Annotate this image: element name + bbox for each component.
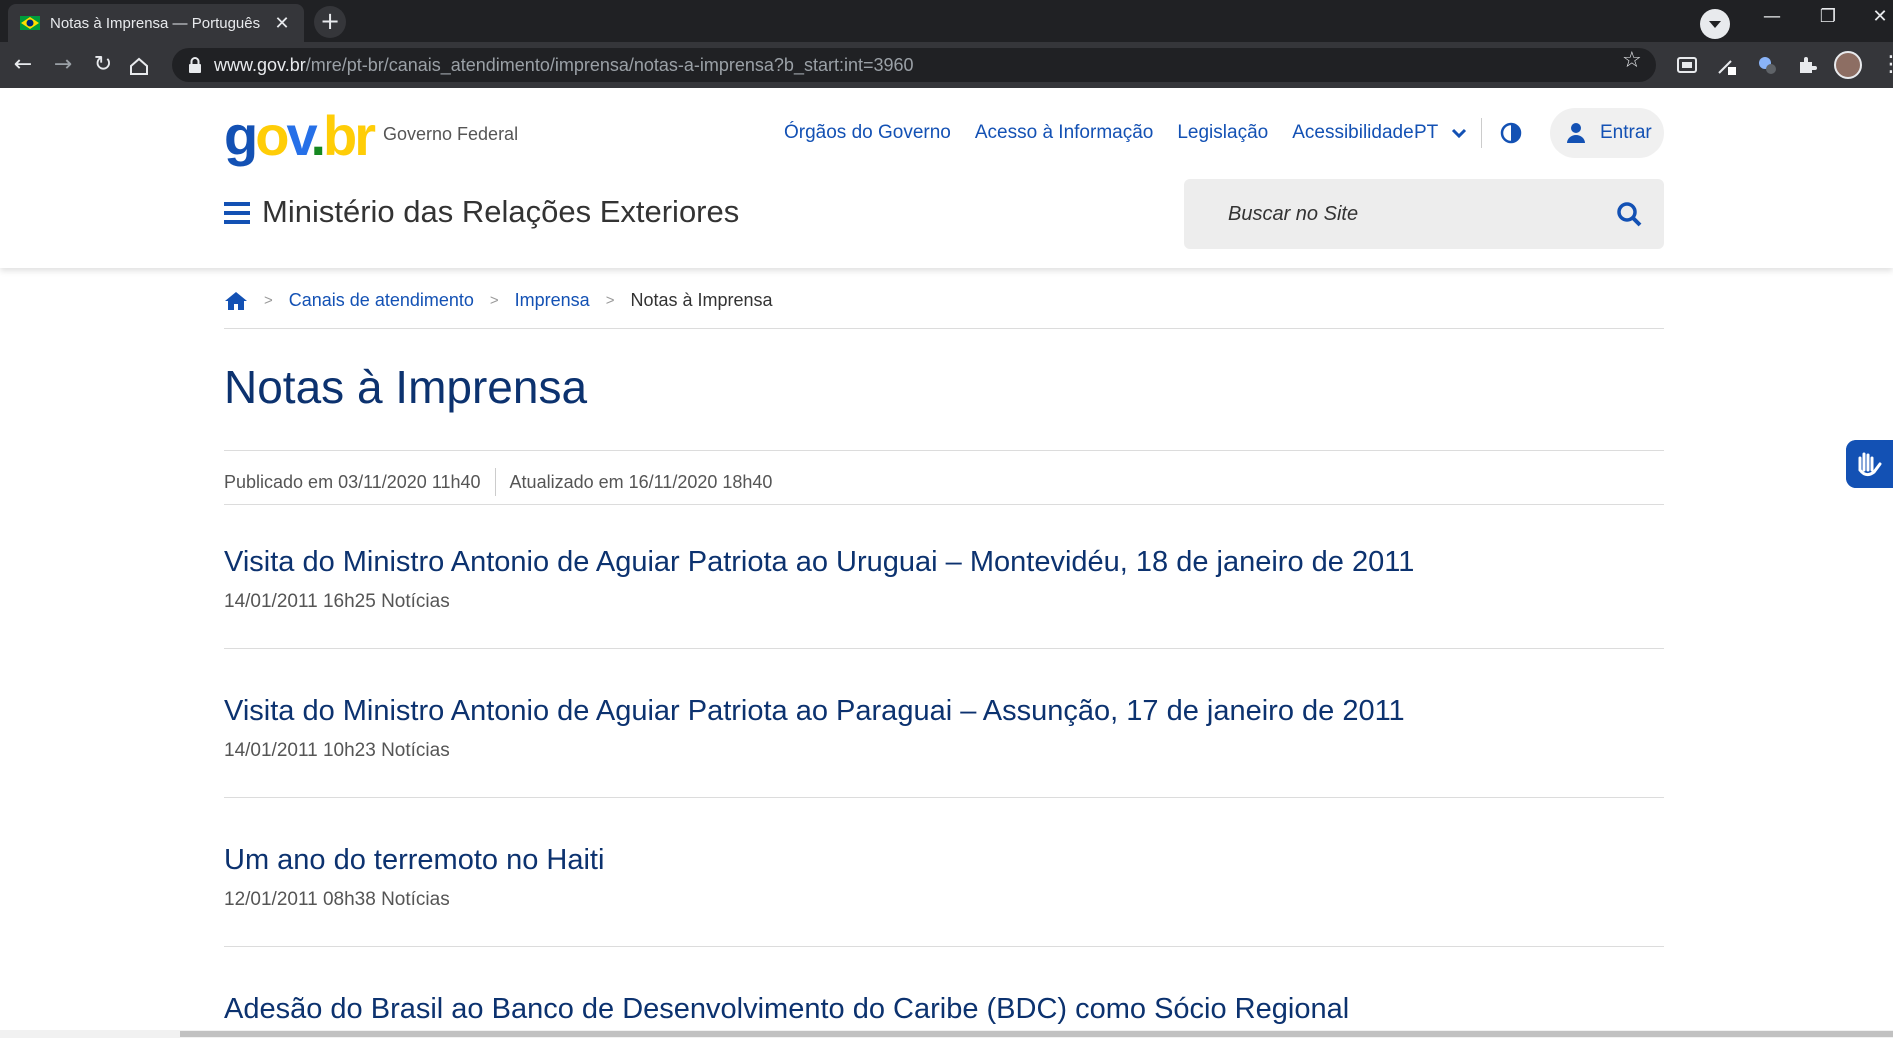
list-item: Visita do Ministro Antonio de Aguiar Pat… — [224, 546, 1664, 613]
divider — [494, 468, 496, 496]
web-page: gov.br Governo Federal Órgãos do Governo… — [0, 88, 1893, 1038]
divider — [224, 504, 1664, 505]
extension-translate-icon[interactable] — [1756, 54, 1778, 76]
divider — [224, 797, 1664, 798]
browser-menu-icon[interactable]: ⋮ — [1880, 52, 1893, 77]
extension-cast-icon[interactable] — [1676, 54, 1698, 76]
user-icon — [1567, 123, 1585, 143]
extension-pen-icon[interactable] — [1716, 54, 1738, 76]
list-item: Um ano do terremoto no Haiti 12/01/2011 … — [224, 844, 1664, 911]
logo-br: br — [323, 104, 376, 167]
site-header: gov.br Governo Federal Órgãos do Governo… — [0, 88, 1893, 268]
browser-toolbar: ← → ↻ www.gov.br/mre/pt-br/canais_atendi… — [0, 42, 1893, 88]
search-input[interactable] — [1184, 179, 1604, 249]
home-icon[interactable] — [224, 291, 248, 311]
url-text: www.gov.br/mre/pt-br/canais_atendimento/… — [214, 55, 914, 76]
logo-v: v — [286, 104, 313, 167]
link-acesso-informacao[interactable]: Acesso à Informação — [975, 122, 1153, 144]
page-title: Notas à Imprensa — [224, 361, 588, 413]
restore-button[interactable]: ❐ — [1808, 6, 1848, 27]
link-legislacao[interactable]: Legislação — [1177, 122, 1268, 144]
updated-date: Atualizado em 16/11/2020 18h40 — [509, 471, 773, 492]
logo-dot: . — [310, 104, 325, 167]
breadcrumb: > Canais de atendimento > Imprensa > Not… — [224, 290, 773, 311]
divider — [224, 450, 1664, 451]
browser-tab[interactable]: Notas à Imprensa — Português ( ✕ — [8, 4, 304, 42]
news-title-link[interactable]: Visita do Ministro Antonio de Aguiar Pat… — [224, 546, 1664, 579]
minimize-button[interactable]: — — [1752, 6, 1792, 27]
top-links: Órgãos do Governo Acesso à Informação Le… — [784, 122, 1414, 144]
url-host: www.gov.br — [214, 54, 306, 75]
news-meta: 12/01/2011 08h38 Notícias — [224, 889, 450, 910]
divider — [224, 648, 1664, 649]
home-icon[interactable] — [128, 56, 150, 76]
address-bar[interactable]: www.gov.br/mre/pt-br/canais_atendimento/… — [172, 48, 1656, 82]
back-icon[interactable]: ← — [8, 50, 38, 80]
breadcrumb-separator: > — [264, 292, 273, 309]
news-title-link[interactable]: Adesão do Brasil ao Banco de Desenvolvim… — [224, 993, 1664, 1026]
ministry-title: Ministério das Relações Exteriores — [262, 194, 740, 229]
link-orgaos[interactable]: Órgãos do Governo — [784, 122, 951, 144]
news-title-link[interactable]: Um ano do terremoto no Haiti — [224, 844, 1664, 877]
publication-info: Publicado em 03/11/2020 11h40 Atualizado… — [224, 468, 772, 496]
login-label: Entrar — [1600, 122, 1652, 143]
site-search — [1184, 179, 1664, 249]
list-item: Adesão do Brasil ao Banco de Desenvolvim… — [224, 993, 1664, 1026]
divider — [224, 328, 1664, 329]
govbr-logo[interactable]: gov.br — [224, 104, 376, 167]
link-acessibilidade[interactable]: Acessibilidade — [1292, 122, 1413, 144]
breadcrumb-separator: > — [489, 292, 499, 309]
logo-g: g — [224, 104, 258, 167]
browser-tab-bar: Notas à Imprensa — Português ( ✕ + — ❐ ✕ — [0, 0, 1893, 42]
menu-hamburger-icon[interactable] — [224, 201, 250, 225]
list-item: Visita do Ministro Antonio de Aguiar Pat… — [224, 695, 1664, 762]
reload-icon[interactable]: ↻ — [88, 50, 118, 80]
extensions-puzzle-icon[interactable] — [1796, 54, 1818, 76]
published-date: Publicado em 03/11/2020 11h40 — [224, 471, 481, 492]
divider — [224, 946, 1664, 947]
close-tab-icon[interactable]: ✕ — [272, 13, 292, 34]
login-button[interactable]: Entrar — [1550, 108, 1664, 158]
breadcrumb-imprensa[interactable]: Imprensa — [515, 290, 590, 311]
horizontal-scrollbar[interactable] — [0, 1030, 1893, 1038]
bookmark-star-icon[interactable]: ☆ — [1622, 48, 1642, 73]
new-tab-button[interactable]: + — [314, 6, 346, 38]
close-window-button[interactable]: ✕ — [1860, 6, 1893, 27]
breadcrumb-separator: > — [605, 292, 615, 309]
search-icon[interactable] — [1616, 201, 1642, 227]
language-selector[interactable]: PT — [1414, 122, 1438, 144]
url-path: /mre/pt-br/canais_atendimento/imprensa/n… — [305, 54, 914, 75]
divider — [1481, 118, 1482, 148]
brazil-flag-icon — [20, 16, 40, 30]
tab-title: Notas à Imprensa — Português ( — [50, 14, 264, 32]
lock-icon — [189, 57, 201, 73]
news-title-link[interactable]: Visita do Ministro Antonio de Aguiar Pat… — [224, 695, 1664, 728]
news-meta: 14/01/2011 10h23 Notícias — [224, 740, 450, 761]
news-meta: 14/01/2011 16h25 Notícias — [224, 591, 450, 612]
chevron-down-icon[interactable] — [1450, 124, 1468, 142]
breadcrumb-canais[interactable]: Canais de atendimento — [289, 290, 474, 311]
vlibras-accessibility-icon[interactable] — [1846, 440, 1893, 488]
breadcrumb-current: Notas à Imprensa — [630, 290, 773, 310]
contrast-icon[interactable] — [1500, 122, 1522, 144]
profile-avatar[interactable] — [1834, 51, 1862, 79]
scrollbar-thumb[interactable] — [180, 1031, 1893, 1037]
tab-search-icon[interactable] — [1700, 9, 1730, 39]
forward-icon[interactable]: → — [48, 50, 78, 80]
logo-o: o — [255, 104, 289, 167]
governo-federal-label: Governo Federal — [383, 124, 519, 144]
